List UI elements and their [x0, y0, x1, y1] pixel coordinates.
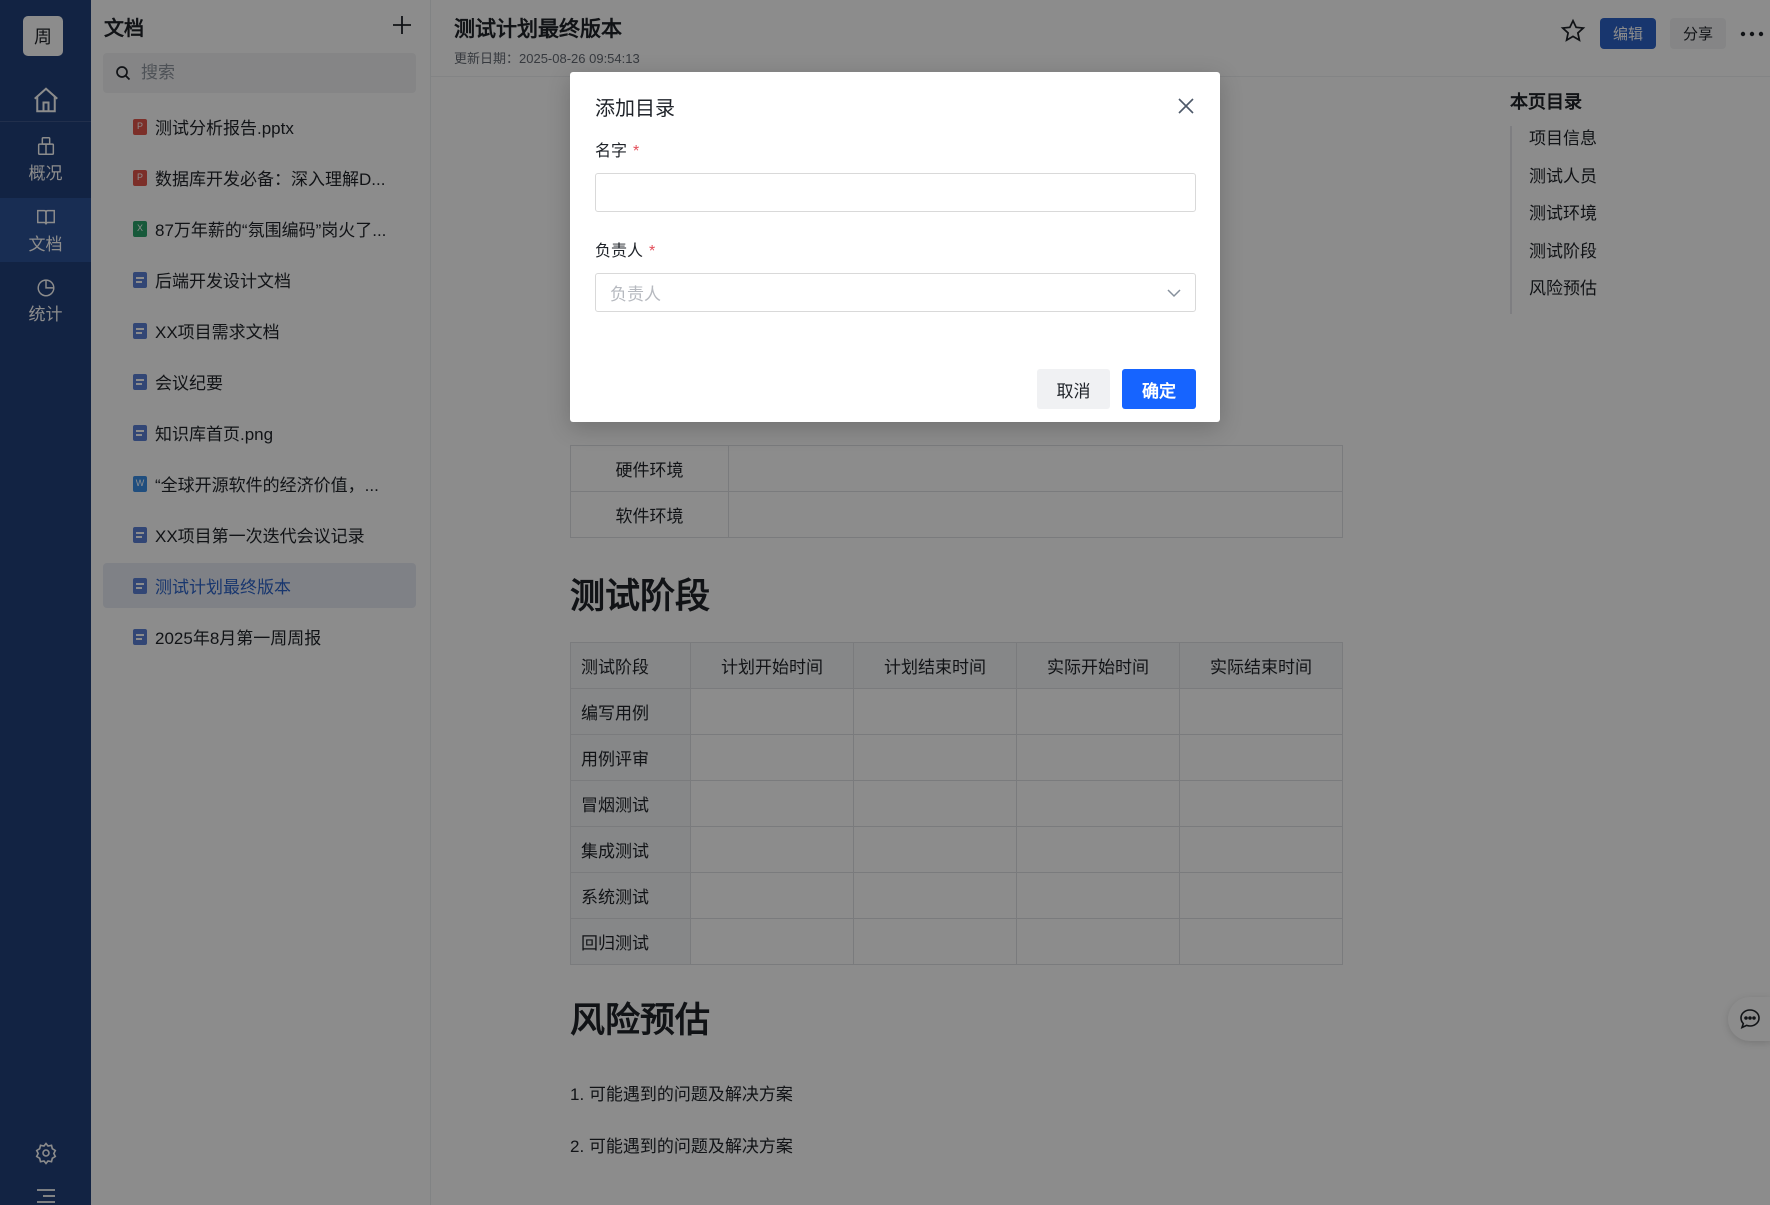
required-mark: *: [633, 143, 640, 160]
add-toc-dialog: 添加目录 名字 * 负责人 * 负责人 取消 确定: [570, 72, 1220, 422]
owner-label: 负责人 *: [595, 237, 655, 261]
name-input[interactable]: [595, 173, 1196, 212]
cancel-button[interactable]: 取消: [1037, 369, 1110, 409]
name-label: 名字 *: [595, 137, 639, 161]
confirm-button[interactable]: 确定: [1122, 369, 1196, 409]
dialog-title: 添加目录: [595, 98, 675, 120]
owner-select-placeholder: 负责人: [610, 285, 661, 304]
chevron-down-icon: [1167, 288, 1181, 297]
owner-label-text: 负责人: [595, 243, 644, 260]
close-button[interactable]: [1172, 92, 1200, 120]
close-icon: [1178, 98, 1194, 114]
owner-select[interactable]: 负责人: [595, 273, 1196, 312]
required-mark: *: [649, 243, 656, 260]
name-label-text: 名字: [595, 143, 628, 160]
